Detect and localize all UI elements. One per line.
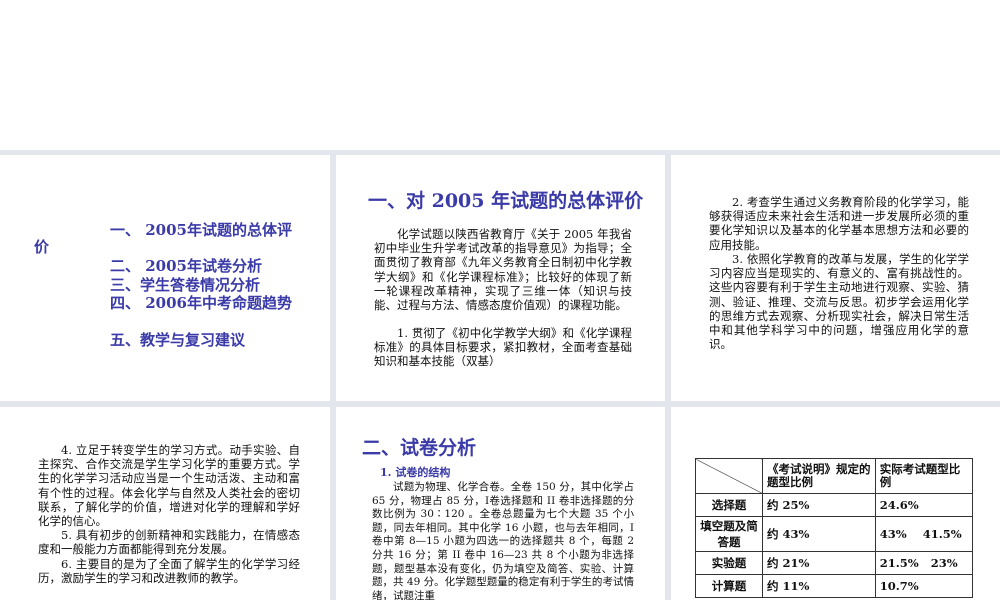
- slide-paragraph: 试题为物理、化学合卷。全卷 150 分，其中化学占 65 分，物理占 85 分，…: [372, 481, 634, 600]
- toc-item-4: 四、 2006年中考命题趋势: [110, 294, 292, 312]
- table-row: 填空题及简答题 约 43% 43% 41.5%: [695, 516, 974, 552]
- slide-paragraph: 化学试题以陕西省教育厅《关于 2005 年我省初中毕业生升学考试改革的指导意见》…: [374, 227, 632, 313]
- slide-1-thumbnail[interactable]: 一、 2005年试题的总体评 价 二、 2005年试卷分析 三、学生答卷情况分析…: [0, 155, 330, 401]
- table-row-label: 实验题: [695, 551, 763, 575]
- slide-paragraph: 4. 立足于转变学生的学习方式。动手实验、自主探究、合作交流是学生学习化学的重要…: [38, 443, 300, 529]
- table-row-label: 填空题及简答题: [695, 516, 763, 552]
- question-type-table: 《考试说明》规定的题型比例 实际考试题型比例 选择题 约 25% 24.6% 填…: [695, 458, 974, 598]
- slide-paragraph: 3. 依照化学教育的改革与发展，学生的化学学习内容应当是现实的、有意义的、富有挑…: [709, 252, 969, 352]
- slide-paragraph: 5. 具有初步的创新精神和实践能力，在情感态度和一般能力方面都能得到充分发展。: [38, 528, 300, 557]
- slide-paragraph: 6. 主要目的是为了全面了解学生的化学学习经历，激励学生的学习和改进教师的教学。: [38, 557, 300, 586]
- table-header-cell: 《考试说明》规定的题型比例: [762, 458, 876, 494]
- table-header-cell: 实际考试题型比例: [874, 458, 974, 494]
- toc-item-2: 二、 2005年试卷分析: [110, 257, 262, 275]
- table-row: 计算题 约 11% 10.7%: [695, 574, 974, 598]
- slide-4-thumbnail[interactable]: 4. 立足于转变学生的学习方式。动手实验、自主探究、合作交流是学生学习化学的重要…: [0, 407, 330, 600]
- slide-paragraph: 1. 贯彻了《初中化学教学大纲》和《化学课程标准》的具体目标要求，紧扣教材，全面…: [374, 326, 632, 369]
- slide-3-thumbnail[interactable]: 2. 考查学生通过义务教育阶段的化学学习，能够获得适应未来社会生活和进一步发展所…: [671, 155, 1000, 401]
- slide-subheading: 1. 试卷的结构: [380, 466, 451, 479]
- table-cell: 约 11%: [762, 574, 876, 598]
- slide-paragraph: 2. 考查学生通过义务教育阶段的化学学习，能够获得适应未来社会生活和进一步发展所…: [709, 195, 969, 252]
- slide-title: 二、试卷分析: [362, 437, 477, 459]
- table-cell: 21.5% 23%: [874, 551, 974, 575]
- toc-item-3: 三、学生答卷情况分析: [110, 276, 261, 294]
- table-cell: 约 21%: [762, 551, 876, 575]
- slide-5-thumbnail[interactable]: 二、试卷分析 1. 试卷的结构 试题为物理、化学合卷。全卷 150 分，其中化学…: [336, 407, 665, 600]
- table-corner-cell: [695, 458, 763, 494]
- table-row: 选择题 约 25% 24.6%: [695, 493, 974, 517]
- table-header-row: 《考试说明》规定的题型比例 实际考试题型比例: [695, 458, 974, 494]
- table-cell: 43% 41.5%: [874, 516, 974, 552]
- table-cell: 约 43%: [762, 516, 876, 552]
- toc-item-1: 一、 2005年试题的总体评: [110, 221, 292, 239]
- toc-item-1-wrap: 价: [34, 238, 50, 256]
- table-cell: 10.7%: [874, 574, 974, 598]
- toc-item-5: 五、教学与复习建议: [110, 331, 246, 349]
- table-cell: 约 25%: [762, 493, 876, 517]
- table-row-label: 计算题: [695, 574, 763, 598]
- slide-2-thumbnail[interactable]: 一、对 2005 年试题的总体评价 化学试题以陕西省教育厅《关于 2005 年我…: [336, 155, 665, 401]
- table-cell: 24.6%: [874, 493, 974, 517]
- table-row-label: 选择题: [695, 493, 763, 517]
- table-row: 实验题 约 21% 21.5% 23%: [695, 551, 974, 575]
- slide-title: 一、对 2005 年试题的总体评价: [368, 190, 644, 212]
- slide-6-thumbnail[interactable]: 《考试说明》规定的题型比例 实际考试题型比例 选择题 约 25% 24.6% 填…: [671, 407, 1000, 600]
